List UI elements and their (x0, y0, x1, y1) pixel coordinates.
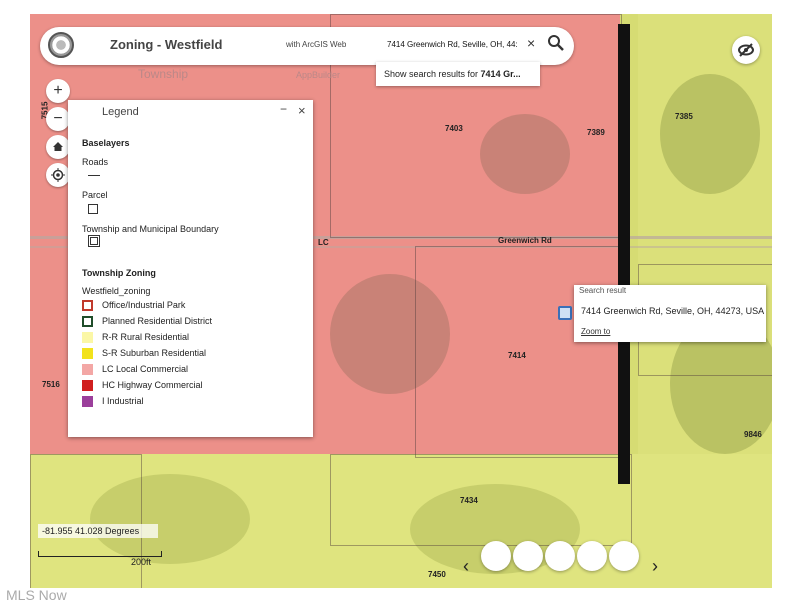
parcel-boundary (30, 454, 142, 588)
parcel-symbol (88, 204, 98, 214)
legend-title: Legend (102, 106, 139, 118)
map-label-parcel: 7389 (587, 128, 605, 137)
widget-placeholder-button[interactable] (609, 541, 639, 571)
home-button[interactable] (46, 135, 70, 159)
township-zoning-heading: Township Zoning (82, 268, 156, 278)
parcel-label: Parcel (82, 190, 108, 200)
legend-swatch (82, 348, 93, 359)
home-icon (53, 142, 63, 151)
township-label: Township (138, 67, 189, 81)
legend-swatch (82, 316, 93, 327)
legend-item-label: HC Highway Commercial (102, 380, 203, 390)
mls-watermark: MLS Now (6, 587, 67, 603)
boundary-symbol (88, 235, 100, 247)
map-label-road: Greenwich Rd (498, 236, 552, 245)
suggestion-bold: 7414 Gr... (480, 69, 521, 79)
legend-panel: Legend − × Baselayers Roads Parcel Towns… (68, 100, 313, 437)
map-label-parcel: 7403 (445, 124, 463, 133)
legend-swatch (82, 300, 93, 311)
boundary-label: Township and Municipal Boundary (82, 224, 219, 234)
coordinate-readout: -81.955 41.028 Degrees (38, 524, 158, 538)
legend-item-label: R-R Rural Residential (102, 332, 190, 342)
search-icon[interactable] (546, 33, 566, 53)
legend-item-label: S-R Suburban Residential (102, 348, 207, 358)
legend-item-label: I Industrial (102, 396, 144, 406)
map-label-parcel: 7414 (508, 351, 526, 360)
legend-swatch (82, 380, 93, 391)
map-label-zone: LC (318, 238, 329, 247)
app-header: Zoning - Westfield with ArcGIS Web 7414 … (40, 27, 574, 65)
roads-symbol (88, 175, 100, 176)
legend-item-label: LC Local Commercial (102, 364, 189, 374)
zoom-to-link[interactable]: Zoom to (581, 327, 610, 336)
popup-title: Search result (579, 286, 627, 295)
app-title: Zoning - Westfield (110, 37, 223, 52)
search-result-popup: Search result 7414 Greenwich Rd, Seville… (574, 285, 766, 342)
widget-placeholder-button[interactable] (513, 541, 543, 571)
legend-item-label: Office/Industrial Park (102, 300, 186, 310)
popup-address: 7414 Greenwich Rd, Seville, OH, 44273, U… (581, 306, 765, 316)
locate-button[interactable] (46, 163, 70, 187)
legend-item-label: Planned Residential District (102, 316, 213, 326)
search-suggestion[interactable]: Show search results for 7414 Gr... (376, 62, 540, 86)
map-label-parcel: 7450 (428, 570, 446, 579)
app-subtitle: with ArcGIS Web (286, 40, 347, 49)
tree-cluster (660, 74, 760, 194)
map-label-parcel: 9846 (744, 430, 762, 439)
locate-icon (51, 168, 65, 182)
widget-placeholder-button[interactable] (545, 541, 575, 571)
zoom-out-button[interactable]: − (46, 107, 70, 131)
search-input[interactable]: 7414 Greenwich Rd, Seville, OH, 44: (387, 40, 525, 49)
widget-placeholder-button[interactable] (481, 541, 511, 571)
clear-search-icon[interactable]: × (527, 35, 535, 51)
eye-off-icon (738, 43, 754, 57)
search-result-marker[interactable] (558, 306, 572, 320)
widget-placeholder-button[interactable] (577, 541, 607, 571)
suggestion-prefix: Show search results for (384, 69, 481, 79)
map-label-parcel: 7516 (42, 380, 60, 389)
boundary-line (618, 24, 630, 484)
map-label-parcel: 7385 (675, 112, 693, 121)
township-seal-logo (48, 32, 74, 58)
legend-minimize-button[interactable]: − (280, 102, 287, 116)
map-label-parcel: 7434 (460, 496, 478, 505)
prev-arrow-button[interactable]: ‹ (458, 556, 474, 576)
zoning-layer-label: Westfield_zoning (82, 286, 151, 296)
legend-close-button[interactable]: × (298, 103, 306, 118)
next-arrow-button[interactable]: › (647, 556, 663, 576)
scale-label: 200ft (131, 557, 152, 567)
legend-swatch (82, 332, 93, 343)
legend-swatch (82, 364, 93, 375)
parcel-boundary (330, 454, 632, 546)
visibility-toggle-button[interactable] (732, 36, 760, 64)
legend-swatch (82, 396, 93, 407)
roads-label: Roads (82, 157, 109, 167)
baselayers-heading: Baselayers (82, 138, 130, 148)
appbuilder-label: AppBuilder (296, 70, 341, 80)
zoom-in-button[interactable]: + (46, 79, 70, 103)
